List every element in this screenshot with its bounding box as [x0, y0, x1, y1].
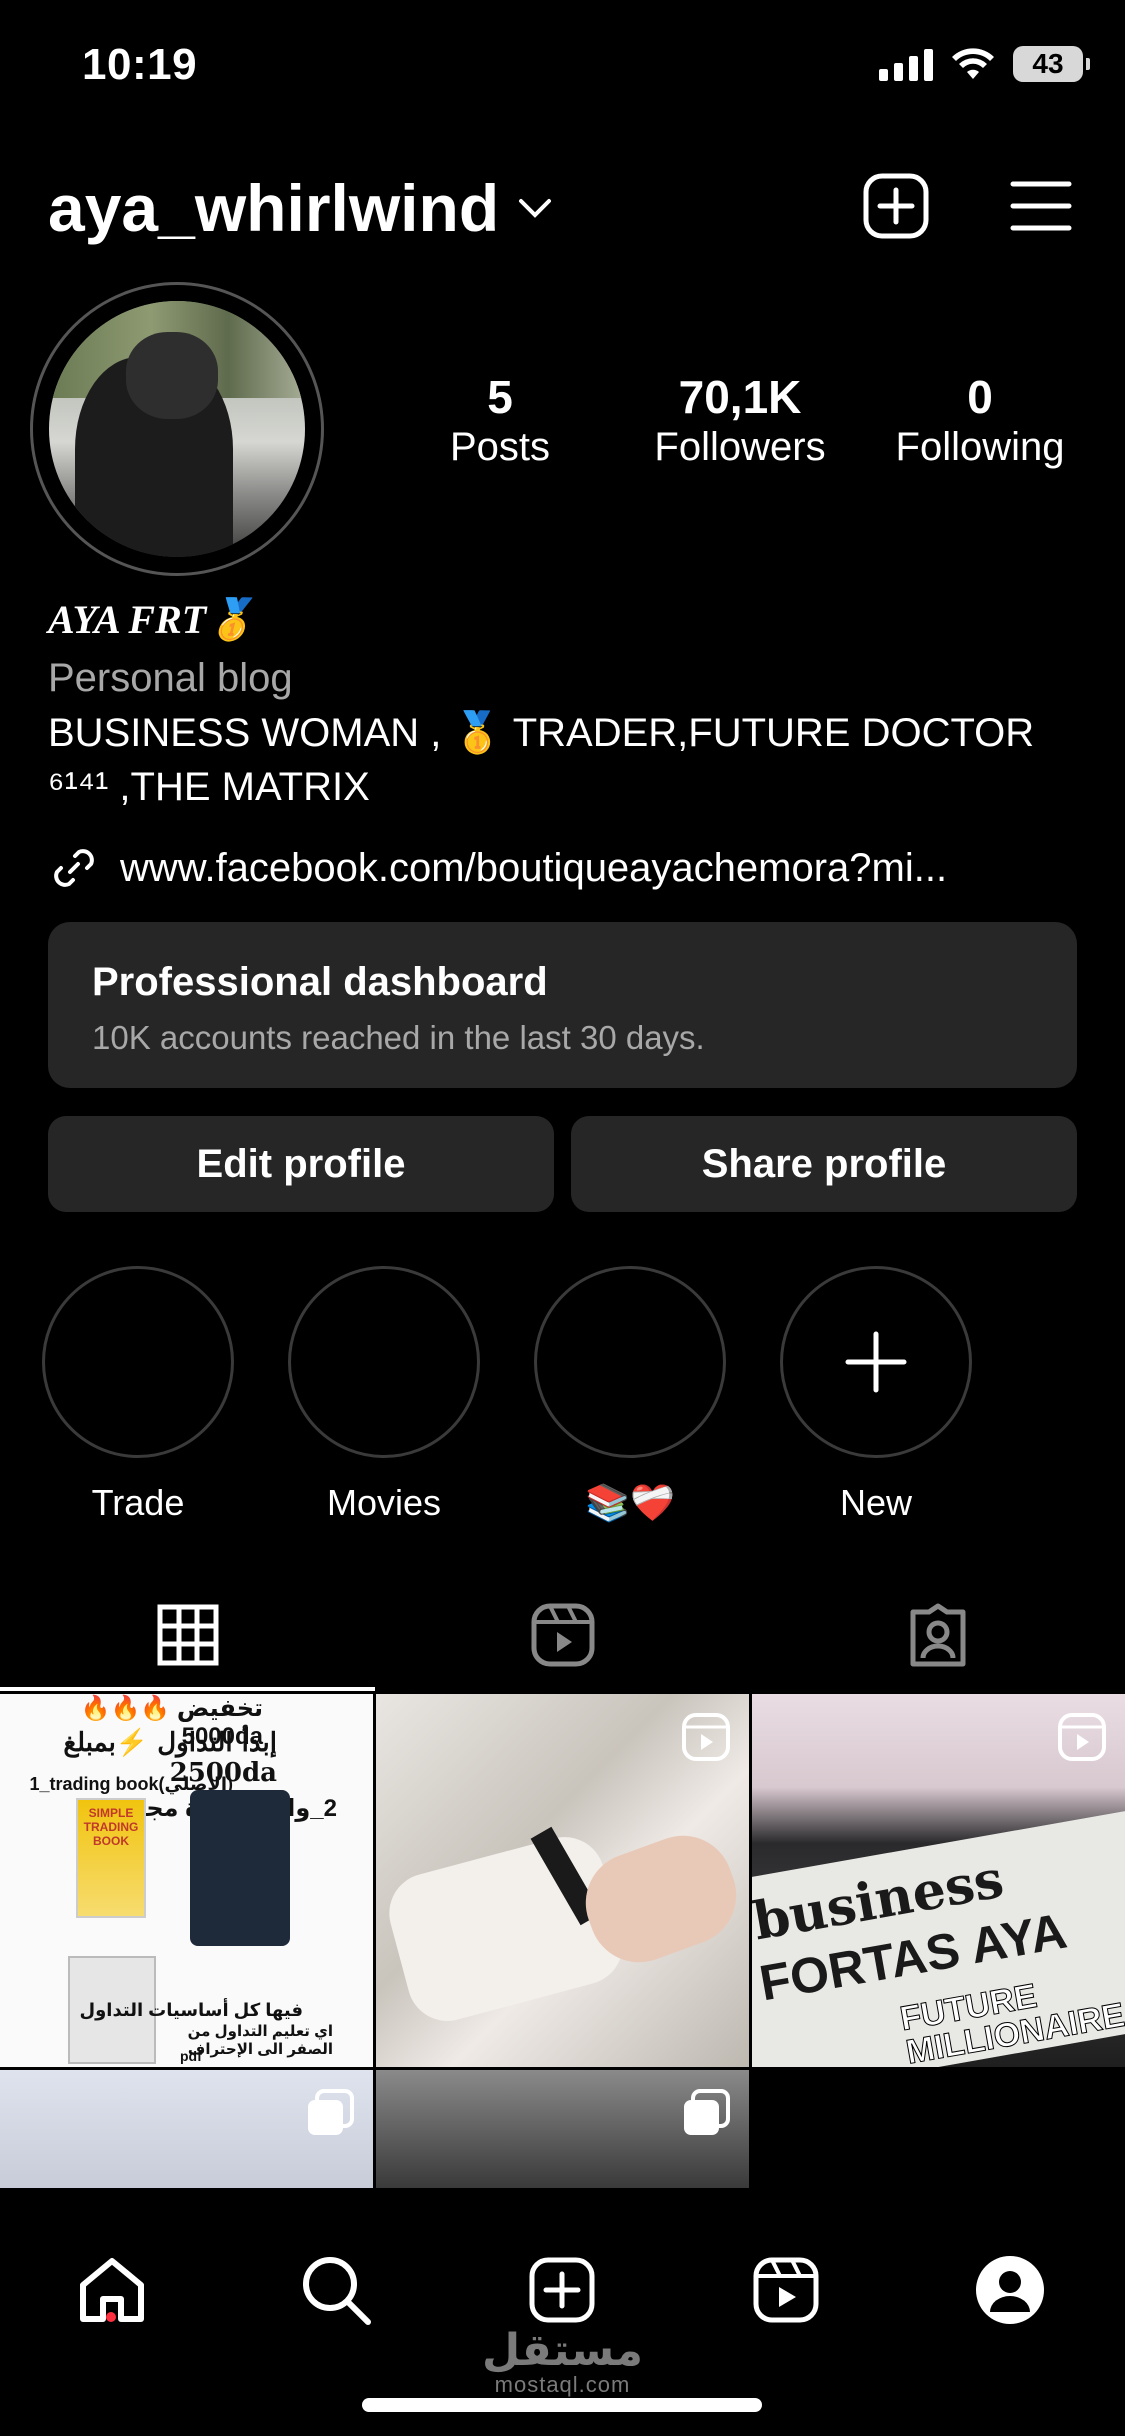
stat-following[interactable]: 0 Following: [880, 372, 1080, 471]
followers-count: 70,1K: [678, 371, 802, 423]
status-time: 10:19: [82, 40, 198, 89]
account-switcher[interactable]: aya_whirlwind: [48, 170, 553, 246]
dashboard-title: Professional dashboard: [92, 960, 548, 1004]
posts-label: Posts: [449, 424, 551, 469]
tab-posts-grid[interactable]: [0, 1580, 375, 1690]
profile-avatar[interactable]: [30, 282, 324, 576]
post-text: فيها كل أساسيات التداول: [79, 2000, 304, 2020]
link-icon: [54, 849, 94, 887]
stat-followers[interactable]: 70,1K Followers: [630, 372, 850, 471]
tab-tagged[interactable]: [750, 1580, 1125, 1690]
highlight-trade[interactable]: Trade: [42, 1266, 234, 1524]
highlight-label: 📚❤️‍🩹: [585, 1482, 675, 1523]
posts-count: 5: [487, 371, 513, 423]
post-thumbnail[interactable]: [376, 1694, 749, 2067]
highlight-label: New: [839, 1482, 913, 1523]
stat-posts[interactable]: 5 Posts: [420, 372, 580, 471]
dashboard-subtitle: 10K accounts reached in the last 30 days…: [92, 1019, 705, 1056]
reel-badge-icon: [1058, 1713, 1106, 1761]
menu-icon[interactable]: [1010, 180, 1072, 232]
battery-icon: 43: [1013, 46, 1090, 82]
book-image: SIMPLE TRADING BOOK: [76, 1798, 146, 1918]
grid-icon: [157, 1604, 218, 1666]
username: aya_whirlwind: [48, 171, 500, 245]
home-indicator[interactable]: [362, 2398, 762, 2412]
following-count: 0: [967, 371, 993, 423]
highlight-label: Movies: [326, 1482, 442, 1523]
tab-active-indicator: [0, 1687, 375, 1691]
post-thumbnail[interactable]: business FORTAS AYA FUTURE MILLIONAIRE: [752, 1694, 1125, 2067]
tab-reels[interactable]: [375, 1580, 750, 1690]
highlight-cover: [534, 1266, 726, 1458]
highlight-cover: [288, 1266, 480, 1458]
post-thumbnail[interactable]: [0, 2070, 373, 2188]
plus-icon: [845, 1331, 907, 1393]
bio-line-1: BUSINESS WOMAN , 🥇 TRADER,FUTURE DOCTOR: [48, 711, 1035, 755]
highlight-new[interactable]: New: [780, 1266, 972, 1524]
post-thumbnail[interactable]: تخفيض 🔥🔥🔥 5000da إبدأ التداول ⚡بمبلغ 250…: [0, 1694, 373, 2067]
share-profile-button[interactable]: Share profile: [571, 1116, 1077, 1212]
chevron-down-icon: [519, 199, 552, 218]
reel-badge-icon: [682, 1713, 730, 1761]
profile-bio: BUSINESS WOMAN , 🥇 TRADER,FUTURE DOCTOR …: [48, 706, 1088, 814]
search-icon: [303, 2257, 371, 2325]
create-post-icon[interactable]: [862, 172, 930, 240]
carousel-badge-icon: [308, 2089, 354, 2135]
followers-label: Followers: [654, 424, 826, 469]
reels-icon: [753, 2257, 819, 2323]
highlight-movies[interactable]: Movies: [288, 1266, 480, 1524]
tagged-icon: [910, 1603, 965, 1667]
post-text: pdf: [180, 2048, 202, 2064]
avatar-image: [49, 301, 305, 557]
bio-link-text: www.facebook.com/boutiqueayachemora?mi..…: [120, 845, 948, 890]
signal-icon: [879, 47, 933, 81]
highlight-cover: [780, 1266, 972, 1458]
post-thumbnail[interactable]: [376, 2070, 749, 2188]
watermark-arabic: مستقل: [482, 2325, 643, 2376]
phone-image: [190, 1790, 290, 1946]
professional-dashboard[interactable]: Professional dashboard 10K accounts reac…: [48, 922, 1077, 1088]
create-icon: [529, 2257, 595, 2323]
watermark: مستقل mostaql.com: [0, 2325, 1125, 2398]
edit-profile-button[interactable]: Edit profile: [48, 1116, 554, 1212]
notification-dot: [106, 2312, 116, 2322]
highlight-cover: [42, 1266, 234, 1458]
profile-display-name: AYA FRT🥇: [48, 597, 257, 642]
highlight-books-heart[interactable]: 📚❤️‍🩹: [534, 1266, 726, 1524]
profile-category: Personal blog: [48, 656, 293, 700]
following-label: Following: [895, 424, 1065, 469]
bio-link[interactable]: www.facebook.com/boutiqueayachemora?mi..…: [48, 842, 947, 894]
carousel-badge-icon: [684, 2089, 730, 2135]
profile-icon: [976, 2256, 1044, 2324]
reels-icon: [531, 1603, 594, 1667]
wifi-icon: [952, 48, 994, 79]
book-title: SIMPLE TRADING BOOK: [83, 1806, 139, 1848]
highlight-label: Trade: [91, 1482, 185, 1523]
status-indicators: 43: [879, 46, 1090, 82]
bio-line-2: ⁶¹⁴¹ ,THE MATRIX: [48, 765, 370, 809]
watermark-latin: mostaql.com: [494, 2372, 631, 2397]
